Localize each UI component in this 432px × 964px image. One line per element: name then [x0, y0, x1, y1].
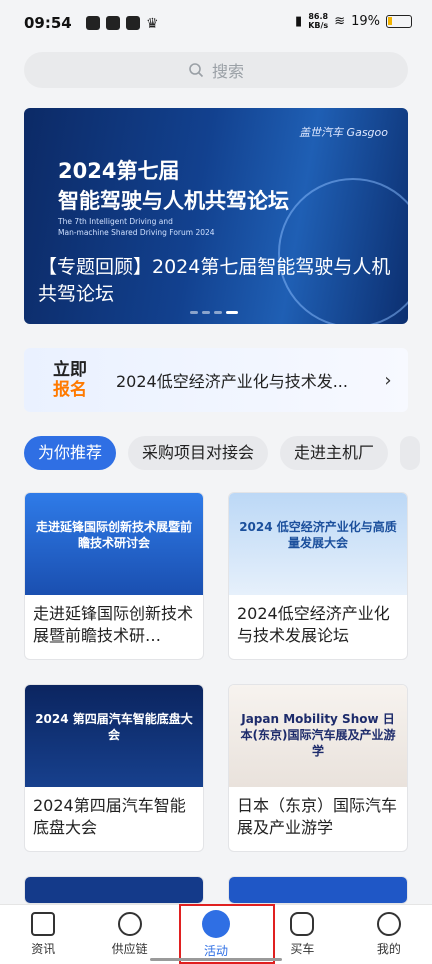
notification-icon	[106, 16, 120, 30]
battery-icon	[386, 14, 412, 28]
nav-supply-chain[interactable]: 供应链	[86, 905, 172, 964]
nav-profile[interactable]: 我的	[346, 905, 432, 964]
event-card-title: 2024低空经济产业化与技术发展论坛	[237, 604, 390, 645]
event-card-image: 走进延锋国际创新技术展暨前瞻技术研讨会	[25, 493, 203, 595]
event-card-title: 走进延锋国际创新技术展暨前瞻技术研…	[33, 604, 194, 645]
carousel-dot-active	[226, 311, 238, 314]
search-icon	[189, 63, 204, 78]
banner-headline: 2024第七届 智能驾驶与人机共驾论坛	[58, 156, 289, 216]
event-card[interactable]: 2024 第四届汽车智能底盘大会 2024第四届汽车智能底盘大会	[24, 684, 204, 852]
event-card[interactable]: Japan Mobility Show 日本(东京)国际汽车展及产业游学 日本（…	[228, 684, 408, 852]
event-card-image	[25, 877, 203, 903]
car-icon	[290, 912, 315, 936]
event-card-image: 2024 第四届汽车智能底盘大会	[25, 685, 203, 787]
event-card-image-text: Japan Mobility Show 日本(东京)国际汽车展及产业游学	[240, 712, 396, 758]
banner-caption: 【专题回顾】2024第七届智能驾驶与人机共驾论坛	[38, 256, 391, 305]
tab-procurement[interactable]: 采购项目对接会	[128, 436, 269, 470]
event-card-title: 日本（东京）国际汽车展及产业游学	[237, 796, 398, 837]
carousel-dot	[214, 311, 222, 314]
banner-headline-line2: 智能驾驶与人机共驾论坛	[58, 189, 289, 213]
event-card-image: Japan Mobility Show 日本(东京)国际汽车展及产业游学	[229, 685, 407, 787]
event-card-image-text: 2024 第四届汽车智能底盘大会	[35, 712, 193, 742]
tab-more[interactable]	[400, 436, 421, 470]
chevron-right-icon: ›	[384, 369, 392, 391]
tab-oem-visit[interactable]: 走进主机厂	[280, 436, 389, 470]
event-card[interactable]: 2024 低空经济产业化与高质量发展大会 2024低空经济产业化与技术发展论坛	[228, 492, 408, 660]
profile-icon	[376, 912, 401, 936]
nav-label: 买车	[290, 942, 315, 956]
home-indicator	[150, 958, 282, 961]
event-card-image	[229, 877, 407, 903]
category-tabs: 为你推荐 采购项目对接会 走进主机厂	[24, 436, 421, 470]
search-placeholder: 搜索	[211, 62, 244, 81]
nav-label: 供应链	[111, 942, 148, 956]
banner-subtitle-line1: The 7th Intelligent Driving and	[58, 217, 173, 226]
carousel-dot	[202, 311, 210, 314]
event-card-title: 2024第四届汽车智能底盘大会	[33, 796, 186, 837]
event-card[interactable]: 走进延锋国际创新技术展暨前瞻技术研讨会 走进延锋国际创新技术展暨前瞻技术研…	[24, 492, 204, 660]
carousel-dot	[190, 311, 198, 314]
event-card[interactable]	[228, 876, 408, 904]
carousel-indicator	[190, 311, 238, 314]
register-tag-line1: 立即	[53, 360, 87, 380]
net-speed: 86.8 KB/s	[308, 12, 328, 30]
register-promo[interactable]: 立即 报名 2024低空经济产业化与技术发... ›	[24, 348, 408, 412]
crown-icon: ♛	[146, 16, 159, 32]
event-card-image-text: 2024 低空经济产业化与高质量发展大会	[239, 520, 397, 550]
event-card[interactable]	[24, 876, 204, 904]
notification-icon	[86, 16, 100, 30]
notification-icon	[126, 16, 140, 30]
status-app-icons: ♛	[86, 16, 159, 32]
supply-chain-icon	[117, 912, 142, 936]
net-speed-unit: KB/s	[308, 21, 329, 30]
search-bar[interactable]: 搜索	[24, 52, 408, 88]
news-icon	[31, 912, 56, 936]
nav-news[interactable]: 资讯	[0, 905, 86, 964]
highlight-box	[179, 904, 275, 964]
nav-label: 资讯	[31, 942, 56, 956]
vibrate-icon: ▮	[295, 13, 303, 29]
status-time: 09:54	[24, 14, 72, 32]
banner-subtitle: The 7th Intelligent Driving and Man-mach…	[58, 216, 215, 238]
promo-text: 2024低空经济产业化与技术发...	[116, 372, 348, 391]
status-bar: 09:54 ♛ ▮ 86.8 KB/s ≋ 19%	[0, 0, 432, 48]
banner-headline-line1: 2024第七届	[58, 159, 180, 183]
register-tag-line2: 报名	[53, 380, 87, 400]
hero-banner[interactable]: 盖世汽车 Gasgoo 2024第七届 智能驾驶与人机共驾论坛 The 7th …	[24, 108, 408, 324]
banner-subtitle-line2: Man-machine Shared Driving Forum 2024	[58, 228, 215, 237]
event-card-image-text: 走进延锋国际创新技术展暨前瞻技术研讨会	[35, 520, 192, 550]
banner-logo: 盖世汽车 Gasgoo	[299, 126, 388, 139]
tab-recommended[interactable]: 为你推荐	[24, 436, 117, 470]
wifi-icon: ≋	[334, 13, 346, 29]
nav-label: 我的	[376, 942, 401, 956]
net-speed-value: 86.8	[308, 12, 329, 21]
register-tag: 立即 报名	[40, 360, 100, 400]
battery-percent: 19%	[351, 13, 380, 29]
event-card-image: 2024 低空经济产业化与高质量发展大会	[229, 493, 407, 595]
